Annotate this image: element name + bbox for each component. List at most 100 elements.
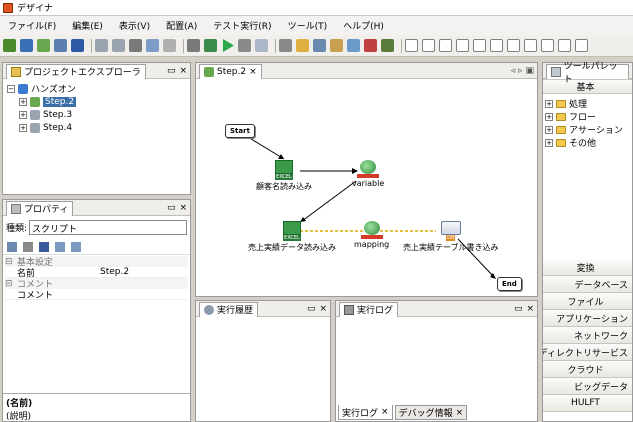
align-top-icon[interactable]: [456, 39, 469, 52]
menu-test-run[interactable]: テスト実行(R): [205, 19, 279, 32]
close-icon[interactable]: ×: [179, 203, 187, 213]
collapse-icon[interactable]: −: [7, 84, 15, 93]
folder-icon[interactable]: [296, 39, 309, 52]
tab-nav-icon[interactable]: ◃ ▹ ▣: [511, 66, 534, 76]
menu-help[interactable]: ヘルプ(H): [335, 19, 392, 32]
close-icon[interactable]: ×: [179, 66, 187, 76]
palette-tab[interactable]: ツールパレット: [546, 62, 629, 85]
canvas[interactable]: Start EXCEL 顧客名読み込み variable EXCEL 売上実績デ…: [196, 79, 537, 296]
properties-tab[interactable]: プロパティ: [6, 200, 74, 216]
run-icon[interactable]: [222, 39, 234, 52]
close-icon[interactable]: ×: [249, 67, 257, 77]
minimize-icon[interactable]: ▭: [167, 66, 176, 76]
palette-category[interactable]: 変換: [543, 259, 632, 276]
palette-category[interactable]: データベース: [543, 276, 632, 293]
editor-tab[interactable]: Step.2 ×: [199, 63, 262, 79]
tree-item-step2[interactable]: + Step.2: [7, 95, 186, 108]
debug-icon[interactable]: [204, 39, 217, 52]
start-node[interactable]: Start: [225, 124, 255, 138]
align-middle-icon[interactable]: [473, 39, 486, 52]
expand-icon[interactable]: +: [545, 125, 553, 134]
redo-icon[interactable]: [112, 39, 125, 52]
paste-icon[interactable]: [163, 39, 176, 52]
expand-icon[interactable]: +: [19, 97, 27, 106]
tree-root[interactable]: − ハンズオン: [7, 82, 186, 95]
type-field[interactable]: スクリプト: [29, 220, 187, 235]
record-icon[interactable]: [364, 39, 377, 52]
close-icon[interactable]: ×: [319, 304, 327, 314]
categorized-icon[interactable]: [7, 241, 17, 252]
import-icon[interactable]: [54, 39, 67, 52]
expand-icon[interactable]: +: [545, 138, 553, 147]
explorer-tab[interactable]: プロジェクトエクスプローラ: [6, 63, 146, 79]
link-icon[interactable]: [187, 39, 200, 52]
menu-edit[interactable]: 編集(E): [64, 19, 111, 32]
bug-icon[interactable]: [381, 39, 394, 52]
minimize-icon[interactable]: ▭: [167, 203, 176, 213]
palette-category[interactable]: ディレクトリサービス: [543, 344, 632, 361]
palette-group[interactable]: + フロー: [545, 110, 630, 123]
palette-category[interactable]: アプリケーション: [543, 310, 632, 327]
sort-alpha-icon[interactable]: [23, 241, 33, 252]
align-right-icon[interactable]: [439, 39, 452, 52]
document-icon[interactable]: [313, 39, 326, 52]
expand-all-icon[interactable]: [55, 241, 65, 252]
grid-icon[interactable]: [255, 39, 268, 52]
undo-icon[interactable]: [95, 39, 108, 52]
menu-tools[interactable]: ツール(T): [280, 19, 336, 32]
menu-file[interactable]: ファイル(F): [0, 19, 64, 32]
palette-category[interactable]: ネットワーク: [543, 327, 632, 344]
align-left-icon[interactable]: [405, 39, 418, 52]
copy-icon[interactable]: [146, 39, 159, 52]
variable-node[interactable]: variable: [352, 160, 384, 188]
menu-arrange[interactable]: 配置(A): [158, 19, 205, 32]
expand-icon[interactable]: +: [19, 123, 27, 132]
property-row[interactable]: コメント: [5, 289, 188, 301]
distribute-v-icon[interactable]: [558, 39, 571, 52]
palette-category[interactable]: ファイル: [543, 293, 632, 310]
property-value[interactable]: Step.2: [100, 267, 129, 277]
show-all-icon[interactable]: [39, 241, 49, 252]
mapping-node[interactable]: mapping: [354, 221, 389, 249]
table-icon[interactable]: [347, 39, 360, 52]
minimize-icon[interactable]: ▭: [514, 304, 523, 314]
read-node[interactable]: EXCEL 顧客名読み込み: [256, 160, 312, 192]
stop-icon[interactable]: [238, 39, 251, 52]
bottom-tab-log[interactable]: 実行ログ ×: [338, 405, 393, 420]
add-script-icon[interactable]: [37, 39, 50, 52]
palette-category[interactable]: クラウド: [543, 361, 632, 378]
open-project-icon[interactable]: [20, 39, 33, 52]
layout-icon[interactable]: [575, 39, 588, 52]
history-tab[interactable]: 実行履歴: [199, 301, 259, 317]
tree-item-step3[interactable]: + Step.3: [7, 108, 186, 121]
tree-item-step4[interactable]: + Step.4: [7, 121, 186, 134]
bottom-tab-debug[interactable]: デバッグ情報 ×: [394, 405, 468, 420]
align-center-icon[interactable]: [422, 39, 435, 52]
collapse-all-icon[interactable]: [71, 241, 81, 252]
distribute-h-icon[interactable]: [541, 39, 554, 52]
palette-group[interactable]: + 処理: [545, 97, 630, 110]
minimize-icon[interactable]: ▭: [307, 304, 316, 314]
align-bottom-icon[interactable]: [490, 39, 503, 52]
expand-icon[interactable]: +: [545, 99, 553, 108]
save-icon[interactable]: [71, 39, 84, 52]
close-icon[interactable]: ×: [381, 407, 389, 417]
cut-icon[interactable]: [129, 39, 142, 52]
palette-group[interactable]: + アサーション: [545, 123, 630, 136]
menu-view[interactable]: 表示(V): [111, 19, 158, 32]
expand-icon[interactable]: +: [19, 110, 27, 119]
write-node[interactable]: DB 売上実績テーブル書き込み: [403, 221, 499, 253]
close-icon[interactable]: ×: [526, 304, 534, 314]
new-project-icon[interactable]: [3, 39, 16, 52]
connect-icon[interactable]: [279, 39, 292, 52]
palette-group[interactable]: + その他: [545, 136, 630, 149]
sales-read-node[interactable]: EXCEL 売上実績データ読み込み: [248, 221, 336, 253]
end-node[interactable]: End: [497, 277, 522, 291]
palette-category[interactable]: HULFT: [543, 395, 632, 412]
palette-category[interactable]: ビッグデータ: [543, 378, 632, 395]
package-icon[interactable]: [330, 39, 343, 52]
expand-icon[interactable]: +: [545, 112, 553, 121]
same-height-icon[interactable]: [524, 39, 537, 52]
same-width-icon[interactable]: [507, 39, 520, 52]
log-tab[interactable]: 実行ログ: [339, 301, 399, 317]
